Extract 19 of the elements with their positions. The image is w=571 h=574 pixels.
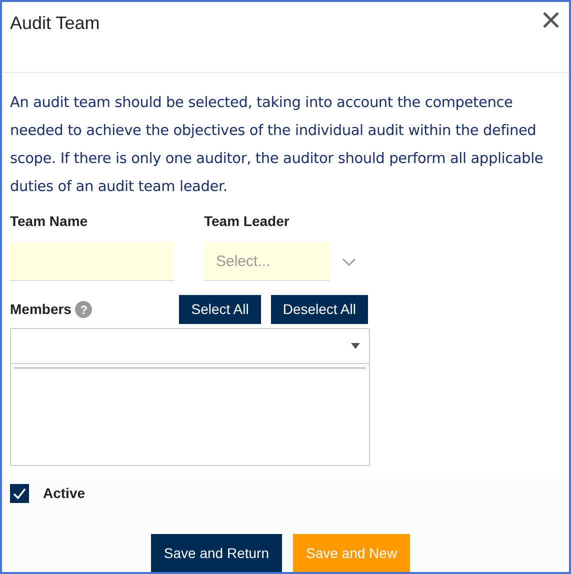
members-button[interactable]: Deselect All (270, 295, 368, 324)
team-leader-field[interactable]: Select... (204, 242, 330, 281)
close-button[interactable] (541, 10, 561, 30)
caret-icon (351, 343, 360, 349)
team-leader-label: Team Leader (204, 212, 290, 231)
footer-button[interactable]: Save and Return (150, 534, 282, 572)
check-icon (13, 488, 26, 499)
chevron-down-icon[interactable] (342, 258, 356, 266)
active-checkbox[interactable] (10, 484, 29, 503)
team-name-label: Team Name (10, 212, 89, 231)
members-list[interactable] (10, 364, 370, 466)
dialog-title: Audit Team (10, 12, 100, 35)
members-label: Members (10, 300, 72, 319)
members-button[interactable]: Select All (179, 295, 261, 324)
active-label: Active (43, 484, 86, 503)
team-name-field[interactable] (10, 242, 174, 281)
description-text: An audit team should be selected, taking into account the competence needed to achieve the objectives of the individual audit within the defined scope. If there is only one auditor, the auditor should perform all applicable duties of an audit team leader. (10, 94, 544, 197)
close-icon (542, 11, 560, 29)
members-dropdown[interactable] (10, 328, 370, 364)
